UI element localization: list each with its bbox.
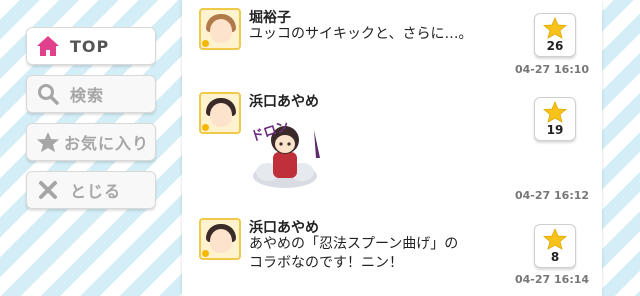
- nav-close-button[interactable]: とじる: [26, 171, 156, 209]
- nav-close-label: とじる: [70, 182, 122, 201]
- post-message: あやめの「忍法スプーン曲げ」の コラボなのです！ニン！: [249, 236, 459, 271]
- home-icon: [36, 34, 60, 58]
- star-icon: [543, 101, 567, 123]
- post-username: 浜口あやめ: [249, 220, 319, 236]
- like-count: 26: [546, 39, 564, 53]
- nav-favorites-label: お気に入り: [64, 134, 150, 153]
- post-timestamp: 04-27 16:10: [515, 63, 590, 76]
- search-icon: [36, 82, 60, 106]
- nav-top-button[interactable]: TOP: [26, 27, 156, 65]
- like-count: 8: [550, 250, 560, 264]
- like-button[interactable]: 19: [534, 97, 576, 141]
- nav-favorites-button[interactable]: お気に入り: [26, 123, 156, 161]
- nav-top-label: TOP: [70, 36, 110, 56]
- post-username: 堀裕子: [249, 10, 291, 26]
- nav-search-label: 検索: [70, 86, 105, 105]
- post-timestamp: 04-27 16:14: [515, 273, 590, 286]
- star-icon: [36, 130, 60, 154]
- post-timestamp: 04-27 16:12: [515, 189, 590, 202]
- like-count: 19: [546, 123, 564, 137]
- nav-search-button[interactable]: 検索: [26, 75, 156, 113]
- post-username: 浜口あやめ: [249, 94, 319, 110]
- like-button[interactable]: 8: [534, 224, 576, 268]
- avatar[interactable]: [199, 8, 241, 50]
- close-icon: [36, 178, 60, 202]
- timeline-feed: 堀裕子 ユッコのサイキックと、さらに…。 26 04-27 16:10 浜口あや…: [182, 0, 602, 296]
- avatar[interactable]: [199, 218, 241, 260]
- like-button[interactable]: 26: [534, 13, 576, 57]
- avatar[interactable]: [199, 92, 241, 134]
- star-icon: [543, 228, 567, 250]
- star-icon: [543, 17, 567, 39]
- post-message: ユッコのサイキックと、さらに…。: [249, 26, 473, 42]
- sticker-image: ドロン: [249, 119, 320, 188]
